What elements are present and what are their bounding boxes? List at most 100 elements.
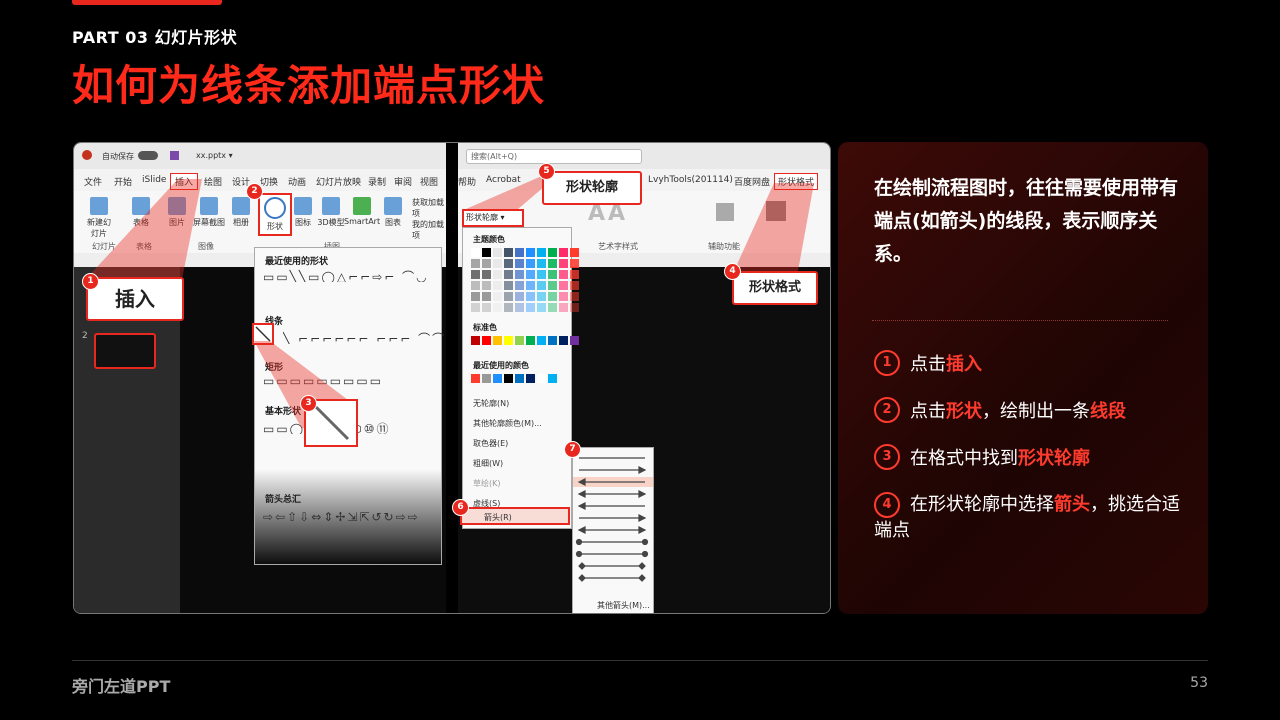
standard-swatch[interactable] [515, 336, 524, 345]
standard-swatch[interactable] [570, 336, 579, 345]
theme-swatch[interactable] [515, 270, 524, 279]
theme-swatch[interactable] [471, 292, 480, 301]
theme-swatch[interactable] [548, 259, 557, 268]
theme-swatch[interactable] [482, 292, 491, 301]
arrow-styles-list[interactable] [573, 448, 653, 598]
recent-swatch[interactable] [493, 374, 502, 383]
recent-swatch[interactable] [526, 374, 535, 383]
theme-swatch[interactable] [537, 248, 546, 257]
theme-swatch[interactable] [526, 281, 535, 290]
theme-swatch[interactable] [570, 248, 579, 257]
recent-swatch[interactable] [515, 374, 524, 383]
theme-swatch[interactable] [537, 303, 546, 312]
menu-view[interactable]: 视图 [420, 175, 438, 188]
theme-swatch[interactable] [570, 292, 579, 301]
theme-swatch[interactable] [471, 248, 480, 257]
theme-swatch[interactable] [515, 248, 524, 257]
standard-colors-row[interactable] [471, 336, 579, 345]
standard-swatch[interactable] [482, 336, 491, 345]
theme-swatch[interactable] [526, 248, 535, 257]
arrange-icon[interactable] [766, 201, 786, 221]
menu-shape-format[interactable]: 形状格式 [774, 173, 819, 190]
autosave-toggle[interactable] [138, 151, 158, 160]
new-slide-button[interactable]: 新建幻灯片 [86, 197, 112, 239]
menu-home[interactable]: 开始 [114, 175, 132, 188]
alt-text-icon[interactable] [716, 203, 734, 221]
standard-swatch[interactable] [526, 336, 535, 345]
theme-swatch[interactable] [559, 281, 568, 290]
theme-swatch[interactable] [504, 259, 513, 268]
recent-colors-row[interactable] [471, 374, 579, 383]
theme-swatch[interactable] [559, 259, 568, 268]
3d-model-button[interactable]: 3D模型 [316, 197, 346, 228]
arrow-shapes-row[interactable]: ⇨⇦⇧⇩⇔⇕✢⇲⇱↺↻⇨⇨ [263, 510, 420, 524]
no-outline-item[interactable]: 无轮廓(N) [473, 398, 509, 409]
rect-shapes-row[interactable]: ▭▭▭▭▭▭▭▭▭ [263, 374, 383, 388]
menu-draw[interactable]: 绘图 [204, 175, 222, 188]
theme-swatch[interactable] [482, 248, 491, 257]
menu-transitions[interactable]: 切换 [260, 175, 278, 188]
theme-swatch[interactable] [537, 292, 546, 301]
standard-swatch[interactable] [471, 336, 480, 345]
theme-swatch[interactable] [570, 303, 579, 312]
theme-swatch[interactable] [537, 281, 546, 290]
theme-swatch[interactable] [471, 303, 480, 312]
theme-swatch[interactable] [548, 292, 557, 301]
weight-item[interactable]: 粗细(W) [473, 458, 503, 469]
standard-swatch[interactable] [537, 336, 546, 345]
menu-record[interactable]: 录制 [368, 175, 386, 188]
theme-swatch[interactable] [504, 270, 513, 279]
addins-button[interactable]: 获取加载项 我的加载项 [412, 197, 446, 241]
more-arrows-item[interactable]: 其他箭头(M)... [597, 600, 650, 611]
recent-swatch[interactable] [471, 374, 480, 383]
menu-file[interactable]: 文件 [84, 175, 102, 188]
smartart-button[interactable]: SmartArt [344, 197, 380, 226]
theme-swatch[interactable] [526, 292, 535, 301]
search-box[interactable]: 搜索(Alt+Q) [466, 149, 642, 164]
theme-swatch[interactable] [504, 292, 513, 301]
line-shapes-row[interactable]: ╲ ⌐⌐⌐⌐⌐⌐ ⌐⌐⌐ ⌒⌒ [283, 330, 446, 344]
theme-swatch[interactable] [493, 303, 502, 312]
theme-swatch[interactable] [515, 292, 524, 301]
theme-swatch[interactable] [493, 248, 502, 257]
album-button[interactable]: 相册 [228, 197, 254, 228]
shape-outline-button[interactable]: 形状轮廓 ▾ [462, 209, 524, 227]
screenshot-button[interactable]: 屏幕截图 [192, 197, 226, 228]
theme-swatch[interactable] [570, 270, 579, 279]
chart-button[interactable]: 图表 [380, 197, 406, 228]
picture-button[interactable]: 图片 [164, 197, 190, 228]
menu-baidu[interactable]: 百度网盘 [734, 175, 770, 188]
theme-swatch[interactable] [537, 270, 546, 279]
theme-swatch[interactable] [515, 259, 524, 268]
standard-swatch[interactable] [559, 336, 568, 345]
line-shape-selected[interactable] [252, 323, 274, 345]
theme-swatch[interactable] [515, 281, 524, 290]
theme-swatch[interactable] [482, 303, 491, 312]
slide-thumbnail[interactable] [94, 333, 156, 369]
save-icon[interactable] [170, 151, 179, 160]
theme-swatch[interactable] [548, 248, 557, 257]
standard-swatch[interactable] [504, 336, 513, 345]
recent-shapes-row[interactable]: ▭▭╲╲▭◯△⌐⌐⇨⌐ ⌒◡ [263, 268, 429, 282]
theme-swatch[interactable] [471, 281, 480, 290]
menu-acrobat[interactable]: Acrobat [486, 175, 521, 185]
theme-swatch[interactable] [526, 259, 535, 268]
icons-button[interactable]: 图标 [290, 197, 316, 228]
table-button[interactable]: 表格 [128, 197, 154, 228]
standard-swatch[interactable] [548, 336, 557, 345]
theme-swatch[interactable] [482, 281, 491, 290]
theme-swatch[interactable] [515, 303, 524, 312]
theme-swatch[interactable] [493, 292, 502, 301]
eyedropper-item[interactable]: 取色器(E) [473, 438, 508, 449]
recent-swatch[interactable] [504, 374, 513, 383]
theme-swatch[interactable] [559, 292, 568, 301]
menu-review[interactable]: 审阅 [394, 175, 412, 188]
menu-insert[interactable]: 插入 [170, 173, 199, 190]
menu-help[interactable]: 帮助 [458, 175, 476, 188]
theme-swatch[interactable] [504, 303, 513, 312]
theme-colors-grid[interactable] [471, 248, 579, 312]
recent-swatch[interactable] [548, 374, 557, 383]
theme-swatch[interactable] [526, 303, 535, 312]
theme-swatch[interactable] [504, 248, 513, 257]
menu-animations[interactable]: 动画 [288, 175, 306, 188]
